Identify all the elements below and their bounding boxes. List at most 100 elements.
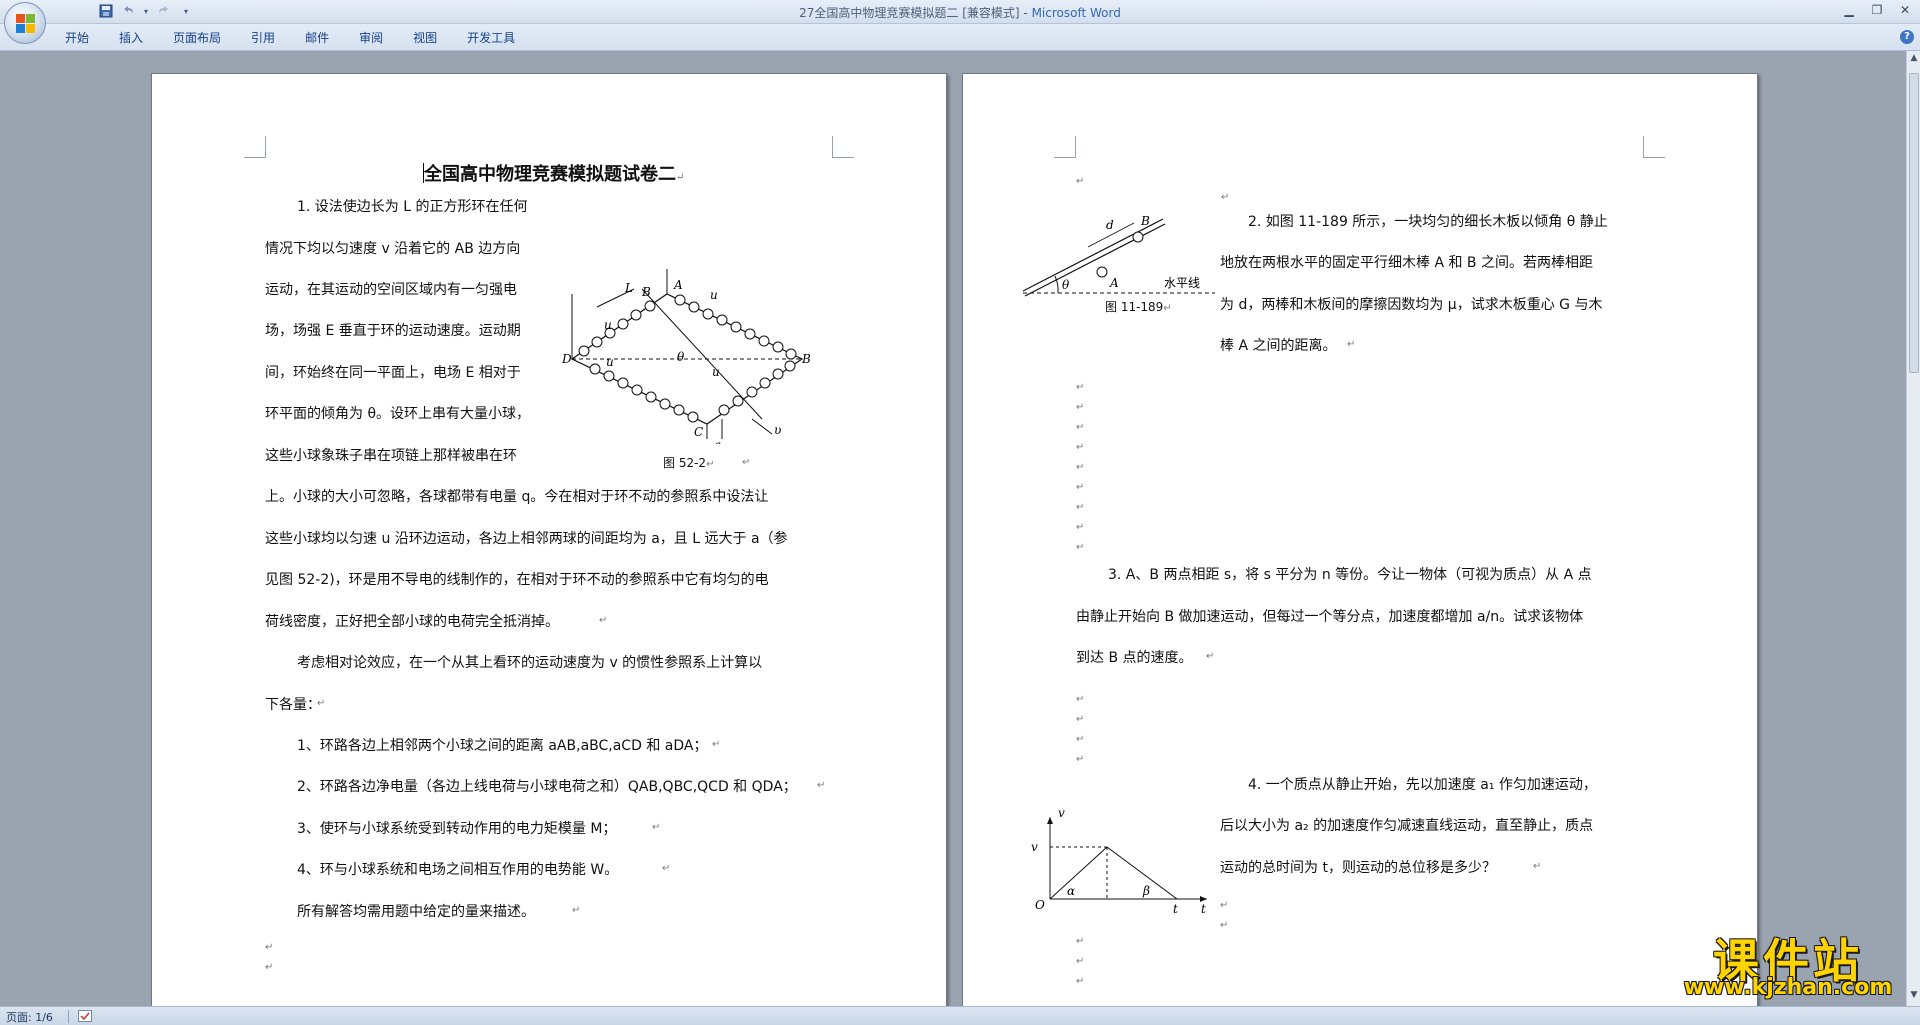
spell-check-icon[interactable]: [78, 1010, 92, 1022]
tab-insert[interactable]: 插入: [104, 29, 158, 47]
fig-label: β: [1142, 884, 1150, 898]
tab-mailings[interactable]: 邮件: [290, 29, 344, 47]
q3-line: 由静止开始向 B 做加速运动，但每过一个等分点，加速度都增加 a/n。试求该物体: [1076, 609, 1584, 625]
p2-line: 考虑相对论效应，在一个从其上看环的运动速度为 v 的惯性参照系上计算以: [297, 655, 763, 671]
q4-line: 运动的总时间为 t，则运动的总位移是多少？: [1220, 860, 1496, 876]
fig-label: A: [1109, 276, 1119, 290]
tab-references[interactable]: 引用: [236, 29, 290, 47]
vertical-scrollbar[interactable]: ▲ ▼: [1906, 51, 1920, 1006]
crop-mark: [1054, 136, 1076, 158]
page-title: 全国高中物理竞赛模拟题试卷二↵: [423, 163, 685, 185]
q1-line: 场，场强 E 垂直于环的运动速度。运动期: [265, 323, 521, 339]
fig-label: υ: [774, 423, 781, 437]
fig-label: u: [710, 288, 718, 302]
scroll-down-icon[interactable]: ▼: [1907, 990, 1920, 1004]
paragraph-mark: ↵: [652, 822, 661, 833]
fig-label: C: [694, 425, 703, 439]
paragraph-mark: ↵: [1076, 382, 1085, 393]
q1-line: 1. 设法使边长为 L 的正方形环在任何: [297, 199, 528, 215]
scroll-up-icon[interactable]: ▲: [1907, 53, 1920, 67]
paragraph-mark: ↵: [1076, 754, 1085, 765]
q2-line: 地放在两根水平的固定平行细木棒 A 和 B 之间。若两棒相距: [1220, 255, 1593, 271]
fig-label: u: [712, 365, 720, 379]
paragraph-mark: ↵: [1347, 339, 1356, 350]
scrollbar-thumb[interactable]: [1909, 73, 1919, 373]
figure-caption: 图 11-189↵: [1105, 300, 1172, 314]
tab-developer[interactable]: 开发工具: [452, 29, 530, 47]
q2-line: 2. 如图 11-189 所示，一块均匀的细长木板以倾角 θ 静止: [1248, 214, 1608, 230]
paragraph-mark: ↵: [1076, 442, 1085, 453]
tab-view[interactable]: 视图: [398, 29, 452, 47]
page-counter[interactable]: 页面: 1/6: [6, 1009, 53, 1025]
watermark-url: www.kjzhan.com: [1683, 975, 1893, 1000]
status-divider: [68, 1010, 69, 1023]
paragraph-mark: ↵: [1206, 651, 1215, 662]
paragraph-mark: ↵: [265, 942, 274, 953]
restore-icon[interactable]: ❐: [1868, 2, 1886, 18]
crop-mark: [832, 136, 854, 158]
paragraph-mark: ↵: [1221, 192, 1230, 203]
site-watermark: 课件站 www.kjzhan.com: [1672, 925, 1904, 1003]
q1-line: 情况下均以匀速度 v 沿着它的 AB 边方向: [265, 241, 521, 257]
paragraph-mark: ↵: [1076, 462, 1085, 473]
tab-review[interactable]: 审阅: [344, 29, 398, 47]
title-bar: ▾ ▾ 27全国高中物理竞赛模拟题二 [兼容模式] - Microsoft Wo…: [0, 0, 1920, 24]
close-icon[interactable]: ✕: [1896, 2, 1914, 18]
q1-line: 这些小球象珠子串在项链上那样被串在环: [265, 448, 517, 464]
paragraph-mark: ↵: [1076, 936, 1085, 947]
tab-home[interactable]: 开始: [50, 29, 104, 47]
fig-label: v: [1031, 840, 1038, 854]
q1-line: 上。小球的大小可忽略，各球都带有电量 q。今在相对于环不动的参照系中设法让: [265, 489, 769, 505]
paragraph-mark: ↵: [742, 457, 751, 468]
document-page-1[interactable]: 全国高中物理竞赛模拟题试卷二↵ 1. 设法使边长为 L 的正方形环在任何 情况下…: [151, 73, 947, 1006]
paragraph-mark: ↵: [599, 615, 608, 626]
paragraph-mark: ↵: [265, 962, 274, 973]
paragraph-mark: ↵: [817, 780, 826, 791]
q3-line: 3. A、B 两点相距 s，将 s 平分为 n 等份。今让一物体（可视为质点）从…: [1108, 567, 1592, 583]
q1-line: 见图 52-2)，环是用不导电的线制作的，在相对于环不动的参照系中它有均匀的电: [265, 572, 769, 588]
list-item: 1、环路各边上相邻两个小球之间的距离 aAB,aBC,aCD 和 aDA；: [297, 738, 708, 754]
paragraph-mark: ↵: [712, 739, 721, 750]
application-name: Microsoft Word: [1031, 6, 1121, 20]
fig-label: A: [673, 278, 683, 292]
minimize-icon[interactable]: ▁: [1840, 2, 1858, 18]
p2-line: 下各量：: [265, 697, 321, 713]
q2-line: 为 d，两棒和木板间的摩擦因数均为 μ，试求木板重心 G 与木: [1220, 297, 1603, 313]
paragraph-mark: ↵: [1076, 956, 1085, 967]
crop-mark: [244, 136, 266, 158]
document-page-2[interactable]: ↵ B d A θ 水平线 图 11-189↵ ↵ 2. 如图 11-189 所…: [962, 73, 1758, 1006]
list-item: 3、使环与小球系统受到转动作用的电力矩模量 M；: [297, 821, 617, 837]
q3-line: 到达 B 点的速度。: [1076, 650, 1193, 666]
document-workspace[interactable]: 全国高中物理竞赛模拟题试卷二↵ 1. 设法使边长为 L 的正方形环在任何 情况下…: [0, 51, 1906, 1006]
q4-line: 4. 一个质点从静止开始，先以加速度 a₁ 作匀加速运动，: [1248, 777, 1597, 793]
tab-page-layout[interactable]: 页面布局: [158, 29, 236, 47]
paragraph-mark: ↵: [1220, 920, 1229, 931]
axis-label-v: v: [1058, 809, 1065, 820]
fig-label: u: [606, 355, 614, 369]
paragraph-mark: ↵: [1076, 542, 1085, 553]
document-name: 27全国高中物理竞赛模拟题二 [兼容模式]: [799, 6, 1020, 20]
list-item: 4、环与小球系统和电场之间相互作用的电势能 W。: [297, 862, 619, 878]
paragraph-mark: ↵: [1076, 522, 1085, 533]
paragraph-mark: ↵: [1076, 176, 1085, 187]
fig-label: α: [1067, 884, 1075, 898]
fig-label: θ: [677, 350, 685, 364]
ribbon-tab-bar: 开始 插入 页面布局 引用 邮件 审阅 视图 开发工具 ?: [0, 24, 1920, 51]
status-bar: 页面: 1/6: [0, 1006, 1920, 1025]
paragraph-mark: ↵: [1076, 976, 1085, 987]
q1-line: 这些小球均以匀速 u 沿环边运动，各边上相邻两球的间距均为 a，且 L 远大于 …: [265, 531, 788, 547]
fig-label: a: [714, 438, 721, 444]
fig-label: d: [1106, 218, 1114, 232]
paragraph-mark: ↵: [1220, 900, 1229, 911]
office-button[interactable]: [4, 2, 46, 44]
paragraph-mark: ↵: [1076, 422, 1085, 433]
q1-line: 运动，在其运动的空间区域内有一匀强电: [265, 282, 517, 298]
fig-label: D: [562, 352, 572, 366]
q1-line: 间，环始终在同一平面上，电场 E 相对于: [265, 365, 521, 381]
q1-line: 荷线密度，正好把全部小球的电荷完全抵消掉。: [265, 614, 559, 630]
fig-label: t: [1173, 902, 1178, 916]
q2-line: 棒 A 之间的距离。: [1220, 338, 1337, 354]
figure-caption: 图 52-2↵: [663, 456, 715, 470]
fig-label: B: [641, 285, 651, 299]
help-icon[interactable]: ?: [1900, 30, 1914, 44]
